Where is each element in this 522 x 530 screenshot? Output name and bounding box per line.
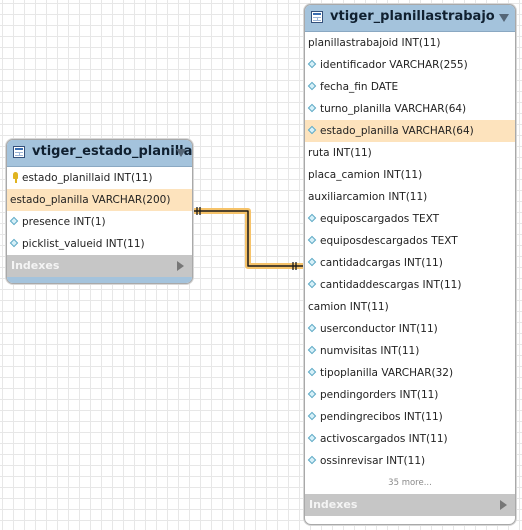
column-row[interactable]: activoscargados INT(11) xyxy=(305,428,515,450)
column-label: identificador VARCHAR(255) xyxy=(320,59,468,71)
column-diamond-icon xyxy=(307,235,317,245)
column-diamond-icon xyxy=(9,238,19,248)
primary-key-icon xyxy=(13,172,18,183)
column-row[interactable]: pendingorders INT(11) xyxy=(305,384,515,406)
column-label: estado_planillaid INT(11) xyxy=(22,172,153,184)
column-row[interactable]: tipoplanilla VARCHAR(32) xyxy=(305,362,515,384)
column-label: cantidaddescargas INT(11) xyxy=(320,279,462,291)
column-row[interactable]: auxiliarcamion INT(11) xyxy=(305,186,515,208)
column-label: fecha_fin DATE xyxy=(320,81,399,93)
column-label: auxiliarcamion INT(11) xyxy=(308,191,428,203)
column-row[interactable]: cantidaddescargas INT(11) xyxy=(305,274,515,296)
column-row[interactable]: picklist_valueid INT(11) xyxy=(7,233,192,255)
column-row[interactable]: planillastrabajoid INT(11) xyxy=(305,32,515,54)
column-row[interactable]: ruta INT(11) xyxy=(305,142,515,164)
column-diamond-icon xyxy=(307,279,317,289)
expand-indexes-icon[interactable] xyxy=(500,500,507,510)
collapse-icon[interactable] xyxy=(499,14,509,22)
column-row[interactable]: camion INT(11) xyxy=(305,296,515,318)
table-title: vtiger_estado_planilla xyxy=(32,144,193,159)
column-label: tipoplanilla VARCHAR(32) xyxy=(320,367,454,379)
indexes-section[interactable]: Indexes xyxy=(305,494,515,516)
column-label: activoscargados INT(11) xyxy=(320,433,448,445)
column-list: planillastrabajoid INT(11) identificador … xyxy=(305,32,515,472)
more-columns-link[interactable]: 35 more... xyxy=(305,472,515,494)
column-row[interactable]: estado_planilla VARCHAR(64) xyxy=(305,120,515,142)
column-diamond-icon xyxy=(307,125,317,135)
column-diamond-icon xyxy=(307,455,317,465)
column-label: ruta INT(11) xyxy=(308,147,372,159)
indexes-label: Indexes xyxy=(309,498,358,511)
column-label: numvisitas INT(11) xyxy=(320,345,420,357)
column-label: equiposcargados TEXT xyxy=(320,213,440,225)
expand-indexes-icon[interactable] xyxy=(177,261,184,271)
indexes-label: Indexes xyxy=(11,259,60,272)
column-label: estado_planilla VARCHAR(200) xyxy=(10,194,171,206)
column-label: userconductor INT(11) xyxy=(320,323,438,335)
column-diamond-icon xyxy=(307,103,317,113)
column-label: equiposdescargados TEXT xyxy=(320,235,458,247)
column-row[interactable]: presence INT(1) xyxy=(7,211,192,233)
column-label: camion INT(11) xyxy=(308,301,389,313)
column-label: turno_planilla VARCHAR(64) xyxy=(320,103,467,115)
column-label: placa_camion INT(11) xyxy=(308,169,423,181)
column-label: planillastrabajoid INT(11) xyxy=(308,37,441,49)
column-diamond-icon xyxy=(307,81,317,91)
column-label: picklist_valueid INT(11) xyxy=(22,238,145,250)
column-row[interactable]: identificador VARCHAR(255) xyxy=(305,54,515,76)
column-row[interactable]: ossinrevisar INT(11) xyxy=(305,450,515,472)
column-diamond-icon xyxy=(307,257,317,267)
column-diamond-icon xyxy=(9,216,19,226)
indexes-section[interactable]: Indexes xyxy=(7,255,192,277)
table-title: vtiger_planillastrabajo xyxy=(330,9,495,24)
table-estado-planilla[interactable]: vtiger_estado_planilla estado_planillaid… xyxy=(6,139,193,284)
table-header[interactable]: vtiger_planillastrabajo xyxy=(305,5,515,32)
column-row[interactable]: estado_planilla VARCHAR(200) xyxy=(7,189,192,211)
column-label: pendingorders INT(11) xyxy=(320,389,439,401)
column-row[interactable]: pendingrecibos INT(11) xyxy=(305,406,515,428)
column-row[interactable]: equiposcargados TEXT xyxy=(305,208,515,230)
column-row[interactable]: cantidadcargas INT(11) xyxy=(305,252,515,274)
column-row[interactable]: fecha_fin DATE xyxy=(305,76,515,98)
table-footer xyxy=(7,277,192,283)
column-diamond-icon xyxy=(307,213,317,223)
column-diamond-icon xyxy=(307,59,317,69)
collapse-icon[interactable] xyxy=(176,149,186,157)
column-row[interactable]: turno_planilla VARCHAR(64) xyxy=(305,98,515,120)
column-label: presence INT(1) xyxy=(22,216,106,228)
column-label: ossinrevisar INT(11) xyxy=(320,455,426,467)
column-diamond-icon xyxy=(307,411,317,421)
column-label: cantidadcargas INT(11) xyxy=(320,257,443,269)
table-header[interactable]: vtiger_estado_planilla xyxy=(7,140,192,167)
column-label: pendingrecibos INT(11) xyxy=(320,411,443,423)
column-diamond-icon xyxy=(307,367,317,377)
column-row[interactable]: estado_planillaid INT(11) xyxy=(7,167,192,189)
column-diamond-icon xyxy=(307,345,317,355)
column-row[interactable]: numvisitas INT(11) xyxy=(305,340,515,362)
table-icon xyxy=(311,11,323,23)
table-planillastrabajo[interactable]: vtiger_planillastrabajo planillastrabajo… xyxy=(304,4,516,525)
column-label: estado_planilla VARCHAR(64) xyxy=(320,125,474,137)
column-row[interactable]: userconductor INT(11) xyxy=(305,318,515,340)
column-diamond-icon xyxy=(307,323,317,333)
column-list: estado_planillaid INT(11) estado_planilla… xyxy=(7,167,192,255)
column-diamond-icon xyxy=(307,433,317,443)
column-row[interactable]: equiposdescargados TEXT xyxy=(305,230,515,252)
table-icon xyxy=(13,146,25,158)
column-row[interactable]: placa_camion INT(11) xyxy=(305,164,515,186)
column-diamond-icon xyxy=(307,389,317,399)
